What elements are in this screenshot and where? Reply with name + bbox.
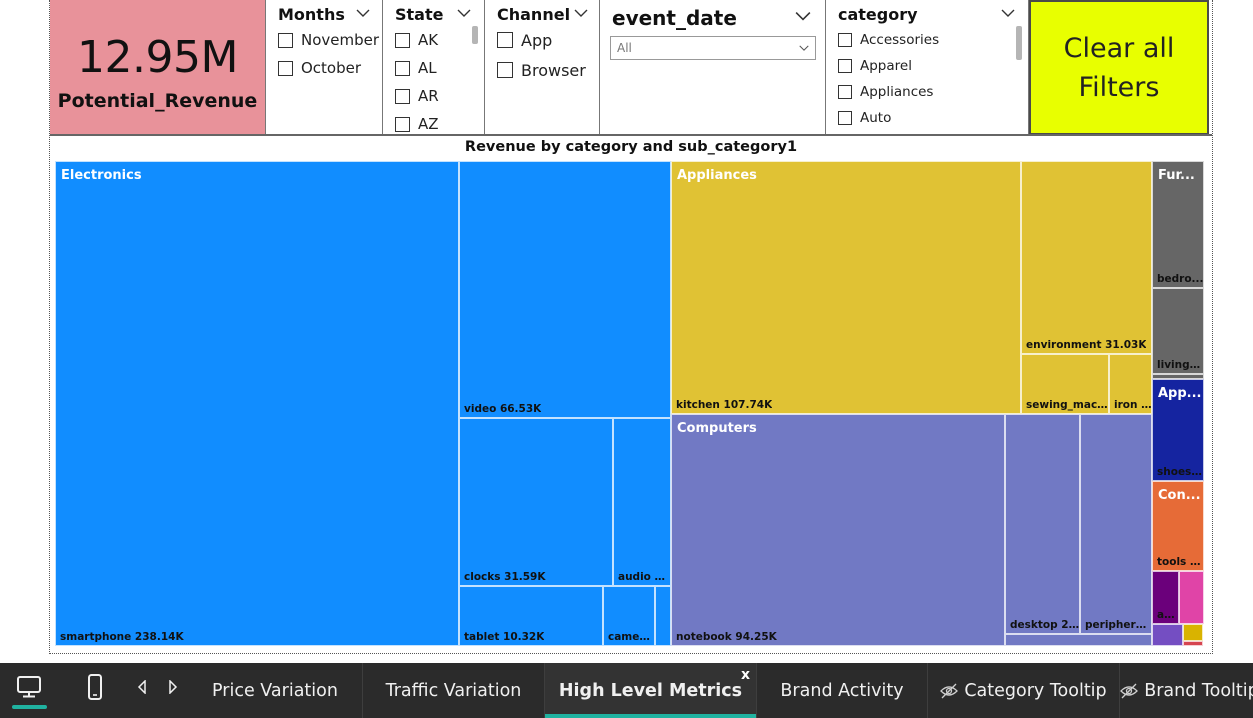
treemap-tile[interactable]: peripherals... — [1080, 414, 1152, 634]
revenue-treemap[interactable]: Electronics smartphone 238.14K video 66.53… — [55, 161, 1204, 646]
page-tab-label: Brand Activity — [780, 680, 904, 701]
page-tab-label: Traffic Variation — [385, 680, 522, 701]
treemap-subcategory-label: ac... — [1157, 609, 1179, 621]
treemap-tile[interactable]: video 66.53K — [459, 161, 671, 418]
treemap-subcategory-label: clocks 31.59K — [464, 571, 546, 583]
treemap-subcategory-label: iron ... — [1114, 399, 1152, 411]
treemap-category-label: Computers — [677, 421, 757, 436]
page-tab-label: Brand Tooltip — [1144, 680, 1253, 701]
filter-bar-divider — [50, 0, 1212, 136]
treemap-tile[interactable]: camera... — [603, 586, 655, 646]
page-navigation-bar: Price Variation Traffic Variation High Lev… — [0, 663, 1253, 718]
treemap-category-label: App... — [1158, 386, 1202, 401]
page-tab[interactable]: Category Tooltip — [928, 663, 1120, 718]
treemap-subcategory-label: shoes ... — [1157, 466, 1204, 478]
page-tab-label: Price Variation — [212, 680, 338, 701]
treemap-tile[interactable]: Con... tools 5... — [1152, 481, 1204, 571]
treemap-tile[interactable] — [1152, 624, 1183, 646]
treemap-tile[interactable] — [1183, 624, 1203, 641]
treemap-tile[interactable]: clocks 31.59K — [459, 418, 613, 586]
treemap-tile[interactable]: living_r... — [1152, 288, 1204, 374]
treemap-subcategory-label: video 66.53K — [464, 403, 542, 415]
treemap-subcategory-label: bedro... — [1157, 273, 1204, 285]
treemap-tile[interactable]: tablet 10.32K — [459, 586, 603, 646]
treemap-subcategory-label: audio 1... — [618, 571, 671, 583]
treemap-subcategory-label: desktop 20.... — [1010, 619, 1080, 631]
treemap-category-label: Fur... — [1158, 168, 1195, 183]
treemap-tile[interactable]: Computers notebook 94.25K — [671, 414, 1005, 646]
treemap-tile[interactable]: Appliances kitchen 107.74K — [671, 161, 1021, 414]
desktop-view-icon[interactable] — [14, 671, 44, 703]
active-tab-indicator — [545, 714, 756, 718]
treemap-subcategory-label: tablet 10.32K — [464, 631, 545, 643]
treemap-subcategory-label: camera... — [608, 631, 655, 643]
mobile-view-icon[interactable] — [80, 671, 110, 703]
report-canvas: 12.95M Potential_Revenue Months November… — [0, 0, 1253, 718]
treemap-subcategory-label: tools 5... — [1157, 556, 1204, 568]
treemap-tile[interactable] — [1183, 641, 1203, 646]
treemap-tile[interactable]: sewing_machi... — [1021, 354, 1109, 414]
treemap-category-label: Appliances — [677, 168, 757, 183]
treemap-subcategory-label: environment 31.03K — [1026, 339, 1147, 351]
page-tab[interactable]: Price Variation — [188, 663, 363, 718]
treemap-category-label: Con... — [1158, 488, 1201, 503]
page-tab[interactable]: Traffic Variation — [363, 663, 545, 718]
treemap-tile[interactable]: Fur... bedro... — [1152, 161, 1204, 288]
hidden-page-icon — [940, 683, 959, 699]
page-tab-label: Category Tooltip — [964, 680, 1107, 701]
active-view-indicator — [12, 705, 47, 709]
page-tab[interactable]: High Level Metrics x — [545, 663, 757, 718]
treemap-tile[interactable]: Electronics smartphone 238.14K — [55, 161, 459, 646]
treemap-tile[interactable] — [1179, 571, 1204, 624]
treemap-tile[interactable]: App... shoes ... — [1152, 379, 1204, 481]
treemap-subcategory-label: peripherals... — [1085, 619, 1152, 631]
page-tab[interactable]: Brand Tooltip — [1120, 663, 1253, 718]
close-tab-icon[interactable]: x — [741, 667, 750, 683]
treemap-subcategory-label: living_r... — [1157, 359, 1204, 371]
treemap-subcategory-label: smartphone 238.14K — [60, 631, 184, 643]
treemap-tile[interactable]: desktop 20.... — [1005, 414, 1080, 634]
page-tab[interactable]: Brand Activity — [757, 663, 928, 718]
treemap-tile[interactable]: iron ... — [1109, 354, 1152, 414]
treemap-subcategory-label: notebook 94.25K — [676, 631, 777, 643]
treemap-tile[interactable]: audio 1... — [613, 418, 671, 586]
chart-title: Revenue by category and sub_category1 — [464, 139, 798, 155]
previous-page-icon[interactable] — [127, 671, 157, 703]
page-tab-label: High Level Metrics — [558, 680, 743, 701]
treemap-tile[interactable] — [1005, 634, 1152, 646]
treemap-category-label: Electronics — [61, 168, 142, 183]
treemap-tile[interactable] — [655, 586, 671, 646]
treemap-subcategory-label: kitchen 107.74K — [676, 399, 773, 411]
treemap-subcategory-label: sewing_machi... — [1026, 399, 1109, 411]
hidden-page-icon — [1120, 683, 1139, 699]
next-page-icon[interactable] — [158, 671, 188, 703]
treemap-tile[interactable]: environment 31.03K — [1021, 161, 1152, 354]
treemap-tile[interactable]: ac... — [1152, 571, 1179, 624]
